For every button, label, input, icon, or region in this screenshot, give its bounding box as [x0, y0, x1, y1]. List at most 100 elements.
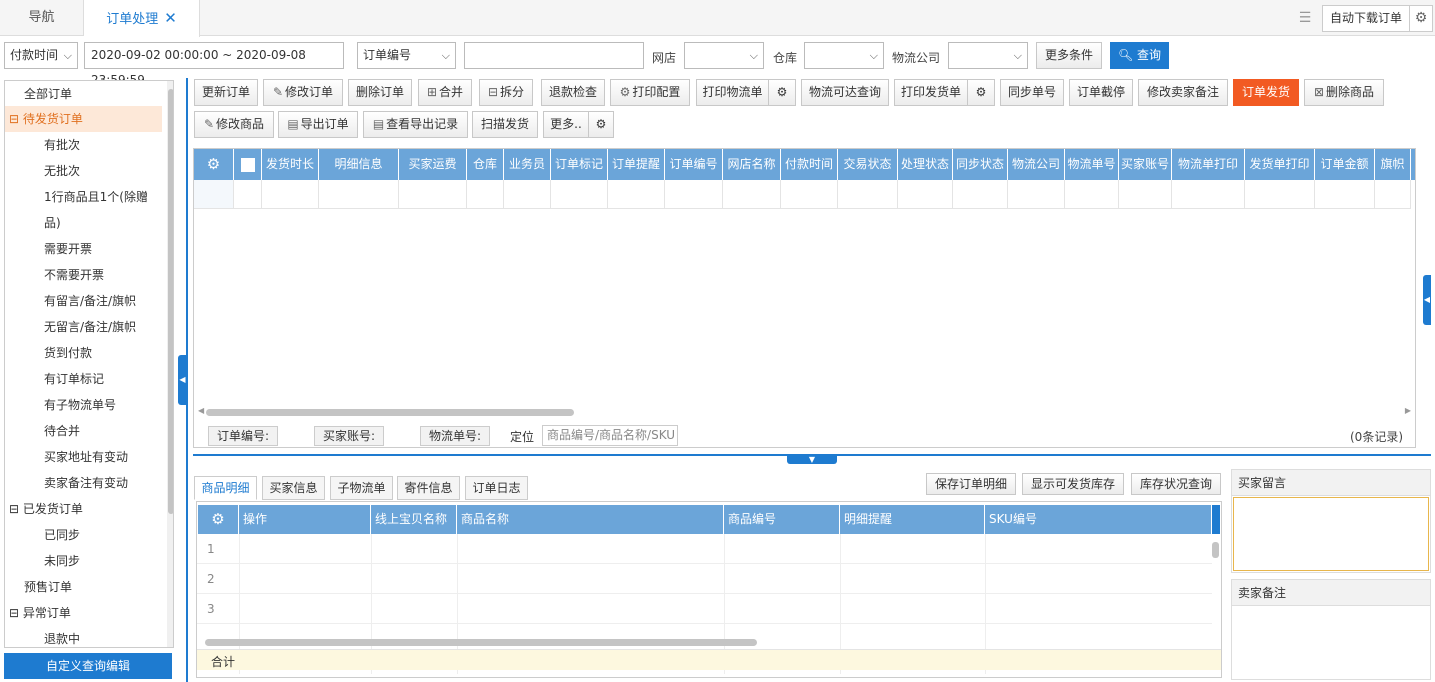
gear-icon[interactable]: ⚙	[1409, 5, 1433, 32]
grid-horizontal-scrollbar[interactable]: ◀ ▶	[198, 406, 1411, 417]
detail-settings-icon[interactable]: ⚙	[198, 505, 239, 534]
more-settings-button[interactable]: ⚙	[588, 111, 614, 138]
order-intercept-button[interactable]: 订单截停	[1069, 79, 1133, 106]
column-header[interactable]: 仓库	[467, 149, 504, 180]
delete-goods-button[interactable]: ⊠ 删除商品	[1304, 79, 1384, 106]
custom-query-edit-button[interactable]: 自定义查询编辑	[4, 653, 172, 679]
tab-order-processing[interactable]: 订单处理 ✕	[84, 0, 200, 37]
sync-number-button[interactable]: 同步单号	[1000, 79, 1064, 106]
tab-buyer-info[interactable]: 买家信息	[262, 476, 325, 500]
tree-item-no-message[interactable]: 无留言/备注/旗帜	[5, 314, 162, 340]
column-header[interactable]: 订单标记	[551, 149, 608, 180]
table-row[interactable]: 3	[197, 594, 1212, 624]
tree-item-single-goods-cont[interactable]: 品)	[5, 210, 162, 236]
tree-item-has-mark[interactable]: 有订单标记	[5, 366, 162, 392]
tab-order-log[interactable]: 订单日志	[465, 476, 528, 500]
print-invoice-button[interactable]: 打印发货单	[894, 79, 968, 106]
column-header[interactable]: 处理状态	[898, 149, 953, 180]
column-header[interactable]: 订单提醒	[608, 149, 665, 180]
modify-seller-note-button[interactable]: 修改卖家备注	[1138, 79, 1228, 106]
query-button[interactable]: 🔍︎ 查询	[1110, 42, 1169, 69]
delete-order-button[interactable]: 删除订单	[348, 79, 412, 106]
tree-item-presale[interactable]: 预售订单	[5, 574, 162, 600]
modify-goods-button[interactable]: ✎ 修改商品	[194, 111, 274, 138]
tree-item-note-changed[interactable]: 卖家备注有变动	[5, 470, 162, 496]
locate-input[interactable]: 商品编号/商品名称/SKU	[542, 425, 678, 446]
column-header[interactable]: 业务员	[504, 149, 551, 180]
shop-select[interactable]: ⌵	[684, 42, 764, 69]
tree-item-unsynced[interactable]: 未同步	[5, 548, 162, 574]
column-header[interactable]: 订单金额	[1315, 149, 1375, 180]
tree-item-no-invoice[interactable]: 不需要开票	[5, 262, 162, 288]
more-button[interactable]: 更多..	[543, 111, 589, 138]
buyer-message-box[interactable]	[1233, 497, 1429, 571]
refund-check-button[interactable]: 退款检查	[541, 79, 605, 106]
column-header[interactable]: 买家账号	[1119, 149, 1172, 180]
export-order-button[interactable]: ▤ 导出订单	[278, 111, 358, 138]
detail-column-header[interactable]: 明细提醒	[840, 505, 985, 534]
detail-horizontal-scrollbar[interactable]	[201, 638, 1209, 647]
column-header[interactable]: 订单编号	[665, 149, 723, 180]
tree-item-all-orders[interactable]: 全部订单	[5, 81, 162, 107]
tree-item-refunding[interactable]: 退款中	[5, 626, 162, 647]
detail-column-header[interactable]: 商品编号	[724, 505, 840, 534]
tree-item-cod[interactable]: 货到付款	[5, 340, 162, 366]
show-stock-button[interactable]: 显示可发货库存	[1022, 473, 1124, 495]
sidebar-scroll-thumb[interactable]	[168, 89, 173, 514]
detail-column-header[interactable]: 线上宝贝名称	[371, 505, 457, 534]
list-icon[interactable]: ☰	[1294, 9, 1316, 27]
column-header[interactable]: 明细信息	[319, 149, 399, 180]
order-ship-button[interactable]: 订单发货	[1233, 79, 1299, 106]
scroll-left-icon[interactable]: ◀	[198, 406, 204, 415]
column-header[interactable]: 物流单号	[1065, 149, 1119, 180]
tree-item-has-message[interactable]: 有留言/备注/旗帜	[5, 288, 162, 314]
table-row[interactable]: 2	[197, 564, 1212, 594]
split-button[interactable]: ⊟ 拆分	[479, 79, 533, 106]
detail-vertical-scrollbar[interactable]	[1211, 534, 1220, 634]
auto-download-button[interactable]: 自动下载订单	[1322, 5, 1410, 32]
time-type-select[interactable]: 付款时间 ⌵	[4, 42, 78, 69]
collapse-right-handle[interactable]: ◀	[1423, 275, 1431, 325]
modify-order-button[interactable]: ✎ 修改订单	[263, 79, 343, 106]
detail-column-header[interactable]: 操作	[239, 505, 371, 534]
tree-item-to-merge[interactable]: 待合并	[5, 418, 162, 444]
column-header[interactable]: 付款时间	[781, 149, 838, 180]
print-config-button[interactable]: ⚙ 打印配置	[610, 79, 690, 106]
tab-goods-detail[interactable]: 商品明细	[194, 476, 257, 500]
tree-item-has-batch[interactable]: 有批次	[5, 132, 162, 158]
close-icon[interactable]: ✕	[164, 9, 177, 27]
column-header[interactable]: 发货时长	[262, 149, 319, 180]
save-order-detail-button[interactable]: 保存订单明细	[926, 473, 1016, 495]
scroll-right-icon[interactable]: ▶	[1405, 406, 1411, 415]
print-waybill-button[interactable]: 打印物流单	[696, 79, 769, 106]
column-header[interactable]: 网店名称	[723, 149, 781, 180]
tree-item-single-goods[interactable]: 1行商品且1个(除赠	[5, 184, 162, 210]
seller-note-box[interactable]	[1232, 606, 1430, 680]
field-type-select[interactable]: 订单编号 ⌵	[357, 42, 456, 69]
tree-item-no-batch[interactable]: 无批次	[5, 158, 162, 184]
print-waybill-settings-button[interactable]: ⚙	[768, 79, 796, 106]
column-header[interactable]: 买家运费	[399, 149, 467, 180]
update-order-button[interactable]: 更新订单	[194, 79, 258, 106]
select-all-checkbox[interactable]	[234, 149, 262, 180]
column-header[interactable]: 交易状态	[838, 149, 898, 180]
detail-column-header[interactable]: SKU编号	[985, 505, 1212, 534]
sidebar-scrollbar[interactable]	[167, 81, 173, 647]
detail-vscroll-thumb[interactable]	[1212, 542, 1219, 558]
detail-column-header[interactable]: 商品名称	[457, 505, 724, 534]
export-log-button[interactable]: ▤ 查看导出记录	[363, 111, 468, 138]
stock-query-button[interactable]: 库存状况查询	[1131, 473, 1221, 495]
tree-item-synced[interactable]: 已同步	[5, 522, 162, 548]
column-header[interactable]: 发货单打印	[1245, 149, 1315, 180]
tree-item-abnormal[interactable]: ⊟ 异常订单	[5, 600, 162, 626]
detail-hscroll-thumb[interactable]	[205, 639, 757, 646]
column-header[interactable]: 旗帜	[1375, 149, 1411, 180]
tree-item-address-changed[interactable]: 买家地址有变动	[5, 444, 162, 470]
column-header[interactable]: 同步状态	[953, 149, 1008, 180]
print-invoice-settings-button[interactable]: ⚙	[967, 79, 995, 106]
merge-button[interactable]: ⊞ 合并	[418, 79, 472, 106]
tree-item-shipped[interactable]: ⊟ 已发货订单	[5, 496, 162, 522]
more-conditions-button[interactable]: 更多条件	[1036, 42, 1102, 69]
tab-sender-info[interactable]: 寄件信息	[397, 476, 460, 500]
tree-item-need-invoice[interactable]: 需要开票	[5, 236, 162, 262]
